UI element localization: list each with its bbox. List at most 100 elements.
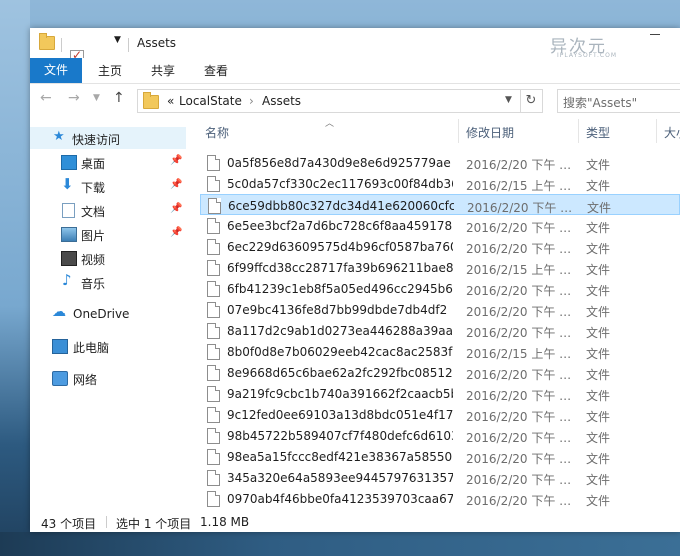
file-name: 9c12fed0ee69103a13d8bdc051e4f17 bbox=[227, 408, 453, 422]
file-date: 2016/2/20 下午 … bbox=[466, 158, 572, 172]
file-row[interactable]: 98b45722b589407cf7f480defc6d6103 2016/2/2… bbox=[200, 425, 680, 446]
column-header-type[interactable]: 类型 bbox=[586, 124, 610, 141]
nav-documents[interactable]: 文档 📌 bbox=[30, 199, 186, 221]
file-type: 文件 bbox=[586, 284, 611, 298]
file-name: 9a219fc9cbc1b740a391662f2caacb5b bbox=[227, 387, 453, 401]
up-button[interactable]: ↑ bbox=[113, 90, 125, 106]
nav-label: 此电脑 bbox=[73, 341, 110, 355]
tab-share[interactable]: 共享 bbox=[151, 62, 175, 79]
file-type: 文件 bbox=[586, 326, 611, 340]
file-date: 2016/2/20 下午 … bbox=[466, 473, 572, 487]
file-row-selected[interactable]: 6ce59dbb80c327dc34d41e620060cfc 2016/2/20… bbox=[200, 194, 680, 215]
tab-view[interactable]: 查看 bbox=[204, 62, 228, 79]
forward-button[interactable]: → bbox=[68, 90, 80, 106]
file-name: 0970ab4f46bbe0fa4123539703caa67 bbox=[227, 492, 453, 506]
file-name: 0a5f856e8d7a430d9e8e6d925779ae bbox=[227, 156, 451, 170]
breadcrumb-separator-icon[interactable]: › bbox=[249, 94, 254, 108]
nav-desktop[interactable]: 桌面 📌 bbox=[30, 151, 186, 173]
file-icon bbox=[207, 344, 220, 360]
column-divider[interactable] bbox=[578, 119, 579, 143]
nav-label: 下载 bbox=[81, 181, 106, 195]
file-type: 文件 bbox=[586, 389, 611, 403]
breadcrumb-overflow[interactable]: « bbox=[167, 94, 174, 108]
file-icon bbox=[207, 428, 220, 444]
nav-this-pc[interactable]: 此电脑 bbox=[30, 335, 186, 357]
breadcrumb-assets[interactable]: Assets bbox=[262, 94, 301, 108]
file-date: 2016/2/20 下午 … bbox=[466, 431, 572, 445]
file-row[interactable]: 8b0f0d8e7b06029eeb42cac8ac2583f 2016/2/15… bbox=[200, 341, 680, 362]
nav-label: 网络 bbox=[73, 373, 98, 387]
file-row[interactable]: 9c12fed0ee69103a13d8bdc051e4f17 2016/2/20… bbox=[200, 404, 680, 425]
nav-quick-access[interactable]: ★ 快速访问 bbox=[30, 127, 186, 149]
file-name: 8a117d2c9ab1d0273ea446288a39aa bbox=[227, 324, 453, 338]
file-row[interactable]: 6fb41239c1eb8f5a05ed496cc2945b6 2016/2/20… bbox=[200, 278, 680, 299]
minimize-button[interactable] bbox=[650, 34, 660, 35]
file-type: 文件 bbox=[586, 263, 611, 277]
column-header-date[interactable]: 修改日期 bbox=[466, 124, 514, 141]
file-type: 文件 bbox=[586, 242, 611, 256]
nav-onedrive[interactable]: ☁ OneDrive bbox=[30, 303, 186, 325]
nav-network[interactable]: 网络 bbox=[30, 367, 186, 389]
search-input[interactable]: 搜索"Assets" bbox=[557, 89, 680, 113]
file-row[interactable]: 6e5ee3bcf2a7d6bc728c6f8aa459178 2016/2/20… bbox=[200, 215, 680, 236]
star-icon: ★ bbox=[53, 129, 65, 144]
file-icon bbox=[207, 470, 220, 486]
item-count: 43 个项目 bbox=[41, 517, 97, 531]
file-name: 6ce59dbb80c327dc34d41e620060cfc bbox=[228, 199, 454, 213]
folder-icon[interactable] bbox=[39, 33, 55, 50]
file-icon bbox=[207, 302, 220, 318]
file-row[interactable]: 8e9668d65c6bae62a2fc292fbc08512 2016/2/20… bbox=[200, 362, 680, 383]
file-row[interactable]: 345a320e64a5893ee94457976313572 2016/2/20… bbox=[200, 467, 680, 488]
nav-label: 文档 bbox=[81, 205, 106, 219]
nav-pictures[interactable]: 图片 📌 bbox=[30, 223, 186, 245]
file-row[interactable]: 9a219fc9cbc1b740a391662f2caacb5b 2016/2/2… bbox=[200, 383, 680, 404]
refresh-button[interactable]: ↻ bbox=[520, 89, 543, 113]
pin-icon[interactable]: 📌 bbox=[170, 203, 182, 214]
file-name: 6e5ee3bcf2a7d6bc728c6f8aa459178 bbox=[227, 219, 453, 233]
file-name: 6ec229d63609575d4b96cf0587ba760 bbox=[227, 240, 453, 254]
address-dropdown-icon[interactable]: ▼ bbox=[505, 95, 512, 105]
file-date: 2016/2/15 上午 … bbox=[466, 179, 572, 193]
file-icon bbox=[207, 323, 220, 339]
tab-home[interactable]: 主页 bbox=[98, 62, 122, 79]
file-row[interactable]: 0a5f856e8d7a430d9e8e6d925779ae 2016/2/20 … bbox=[200, 152, 680, 173]
file-name: 6fb41239c1eb8f5a05ed496cc2945b6 bbox=[227, 282, 453, 296]
file-name: 8b0f0d8e7b06029eeb42cac8ac2583f bbox=[227, 345, 453, 359]
desktop-icon bbox=[61, 155, 77, 170]
column-header-name[interactable]: 名称 bbox=[205, 124, 229, 141]
file-date: 2016/2/20 下午 … bbox=[466, 305, 572, 319]
file-icon bbox=[207, 386, 220, 402]
back-button[interactable]: ← bbox=[40, 90, 52, 106]
address-bar[interactable]: « LocalState › Assets ▼ bbox=[137, 89, 521, 113]
customize-toolbar-dropdown-icon[interactable]: ▼ bbox=[114, 35, 121, 45]
column-divider[interactable] bbox=[458, 119, 459, 143]
file-type: 文件 bbox=[586, 473, 611, 487]
nav-label: 桌面 bbox=[81, 157, 106, 171]
nav-music[interactable]: ♪ 音乐 bbox=[30, 271, 186, 293]
document-icon bbox=[62, 203, 75, 218]
file-row[interactable]: 5c0da57cf330c2ec117693c00f84db36 2016/2/1… bbox=[200, 173, 680, 194]
file-row[interactable]: 98ea5a15fccc8edf421e38367a58550 2016/2/20… bbox=[200, 446, 680, 467]
pin-icon[interactable]: 📌 bbox=[170, 155, 182, 166]
pin-icon[interactable]: 📌 bbox=[170, 179, 182, 190]
breadcrumb-localstate[interactable]: LocalState bbox=[179, 94, 242, 108]
recent-locations-icon[interactable]: ▼ bbox=[93, 93, 100, 103]
file-row[interactable]: 07e9bc4136fe8d7bb99dbde7db4df2 2016/2/20 … bbox=[200, 299, 680, 320]
file-row[interactable]: 6f99ffcd38cc28717fa39b696211bae8 2016/2/1… bbox=[200, 257, 680, 278]
selection-size: 1.18 MB bbox=[200, 515, 250, 529]
file-icon bbox=[207, 365, 220, 381]
file-type: 文件 bbox=[586, 494, 611, 508]
file-type: 文件 bbox=[586, 410, 611, 424]
file-row[interactable]: 8a117d2c9ab1d0273ea446288a39aa 2016/2/20 … bbox=[200, 320, 680, 341]
file-date: 2016/2/20 下午 … bbox=[466, 494, 572, 508]
nav-videos[interactable]: 视频 bbox=[30, 247, 186, 269]
nav-downloads[interactable]: ⬇ 下载 📌 bbox=[30, 175, 186, 197]
file-type: 文件 bbox=[586, 221, 611, 235]
tab-file[interactable]: 文件 bbox=[30, 58, 82, 83]
file-row[interactable]: 0970ab4f46bbe0fa4123539703caa67 2016/2/20… bbox=[200, 488, 680, 509]
pin-icon[interactable]: 📌 bbox=[170, 227, 182, 238]
column-header-size[interactable]: 大小 bbox=[664, 124, 680, 141]
file-row[interactable]: 6ec229d63609575d4b96cf0587ba760 2016/2/20… bbox=[200, 236, 680, 257]
column-divider[interactable] bbox=[656, 119, 657, 143]
folder-icon bbox=[143, 92, 159, 109]
